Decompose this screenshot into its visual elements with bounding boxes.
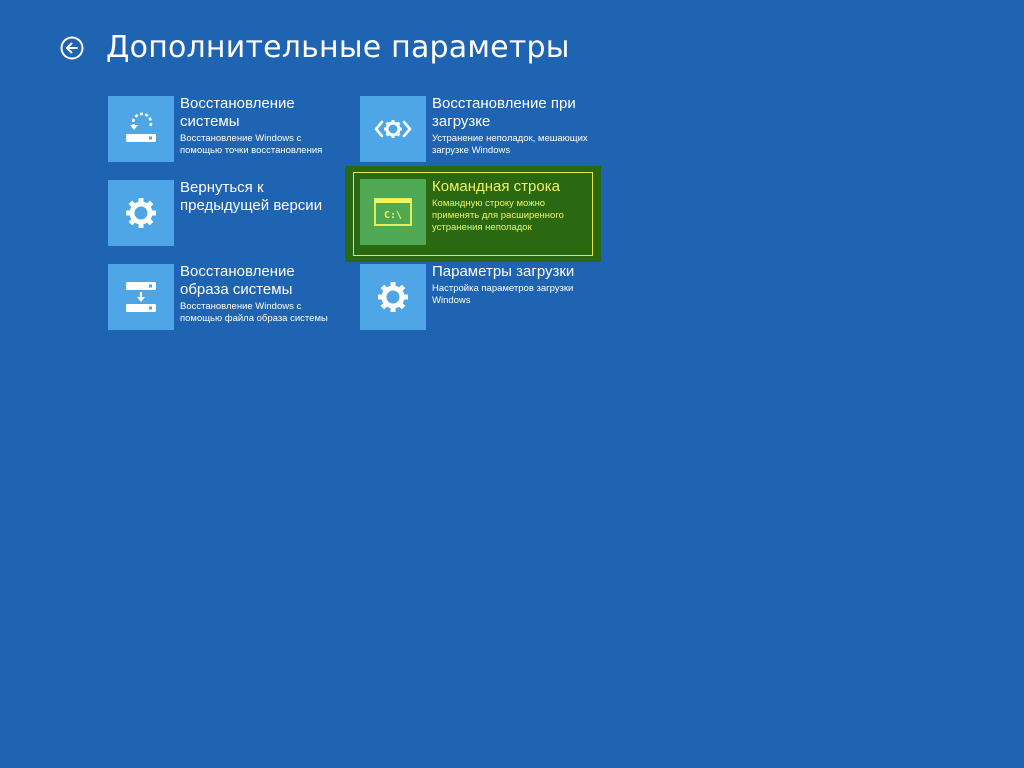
gear-icon <box>378 282 408 312</box>
tile-title: Восстановление при загрузке <box>432 95 576 130</box>
tile-go-back-previous-version[interactable]: Вернуться к предыдущей версии <box>108 179 338 246</box>
tile-icon-box: C:\ <box>360 179 426 245</box>
tile-description: Настройка параметров загрузки Windows <box>432 283 574 306</box>
tile-system-restore[interactable]: Восстановление системы Восстановление Wi… <box>108 95 338 162</box>
tile-description: Командную строку можно применять для рас… <box>432 198 564 233</box>
tile-text: Восстановление при загрузке Устранение н… <box>432 95 590 157</box>
startup-repair-icon <box>374 120 412 138</box>
header: Дополнительные параметры <box>60 28 570 68</box>
tile-icon-box <box>108 264 174 330</box>
gear-icon <box>126 198 156 228</box>
tile-command-prompt[interactable]: C:\ Командная строка Командную строку мо… <box>345 166 601 262</box>
tile-text: Восстановление системы Восстановление Wi… <box>180 95 338 157</box>
tile-title: Параметры загрузки <box>432 263 575 280</box>
tile-description: Восстановление Windows с помощью файла о… <box>180 301 328 324</box>
back-arrow-icon <box>60 36 84 60</box>
tile-title: Командная строка <box>432 178 560 195</box>
command-prompt-icon: C:\ <box>374 198 412 226</box>
tile-icon-box <box>360 96 426 162</box>
prompt-glyph: C:\ <box>384 210 402 221</box>
tile-title: Восстановление системы <box>180 95 295 130</box>
tile-title: Вернуться к предыдущей версии <box>180 179 323 214</box>
tile-text: Параметры загрузки Настройка параметров … <box>432 263 590 307</box>
tile-description: Устранение неполадок, мешающих загрузке … <box>432 133 588 156</box>
back-button[interactable] <box>60 36 84 60</box>
tile-title: Восстановление образа системы <box>180 263 295 298</box>
system-image-recovery-icon <box>126 282 156 312</box>
tile-text: Вернуться к предыдущей версии <box>180 179 338 217</box>
tile-text: Командная строка Командную строку можно … <box>432 178 586 234</box>
tile-icon-box <box>108 96 174 162</box>
tile-system-image-recovery[interactable]: Восстановление образа системы Восстановл… <box>108 263 338 330</box>
tile-icon-box <box>108 180 174 246</box>
selection-highlight: C:\ Командная строка Командную строку мо… <box>353 172 593 256</box>
page-title: Дополнительные параметры <box>106 30 570 65</box>
tile-icon-box <box>360 264 426 330</box>
tile-text: Восстановление образа системы Восстановл… <box>180 263 338 325</box>
tile-startup-repair[interactable]: Восстановление при загрузке Устранение н… <box>360 95 590 162</box>
tile-startup-settings[interactable]: Параметры загрузки Настройка параметров … <box>360 263 590 330</box>
system-restore-icon <box>126 112 156 142</box>
tile-description: Восстановление Windows с помощью точки в… <box>180 133 323 156</box>
